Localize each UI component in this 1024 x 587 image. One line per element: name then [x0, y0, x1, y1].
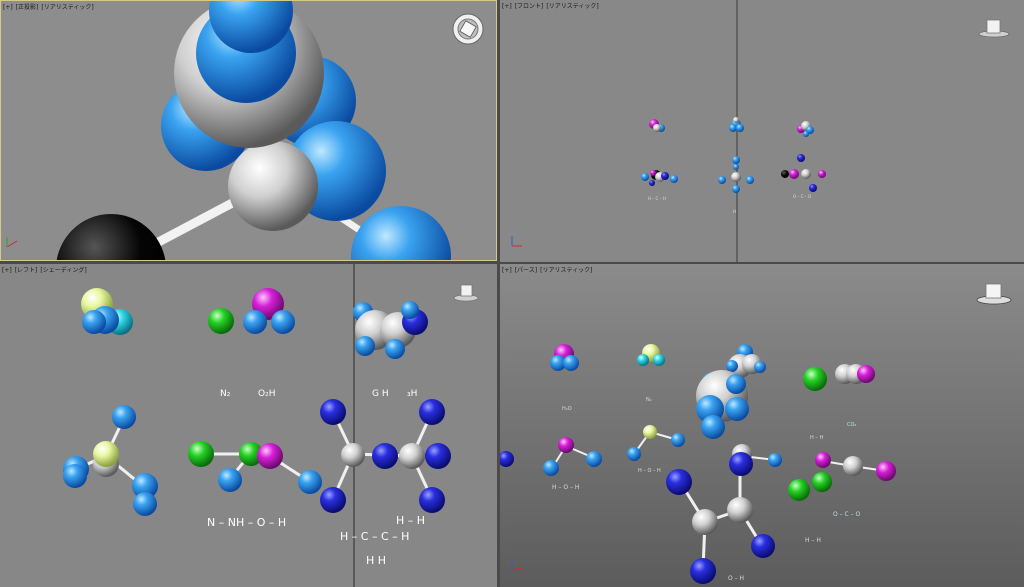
- formula-label: O – C – O: [833, 511, 861, 518]
- formula-label: ₃H: [407, 389, 417, 399]
- viewport-shading-mode[interactable]: [リアリスティック]: [41, 4, 93, 11]
- viewport-menu[interactable]: [+]: [3, 4, 13, 11]
- viewport-label[interactable]: [+] [正投影] [リアリスティック]: [3, 2, 97, 11]
- bond: [148, 197, 239, 250]
- atom-white: [228, 141, 318, 231]
- viewcube-icon[interactable]: [978, 19, 1010, 38]
- formula-label: H – C – C – H: [340, 530, 409, 543]
- viewport-perspective[interactable]: [+] [パース] [リアリスティック] H₂O N₂ H – O – H H …: [500, 264, 1024, 587]
- viewport-label[interactable]: [+] [フロント] [リアリスティック]: [502, 1, 602, 10]
- formula-label: O – H: [728, 575, 744, 582]
- molecule-left-view: N₂ O₂H G H ₃H N – NH – O – H H – H H – C…: [63, 264, 479, 587]
- viewport-left[interactable]: [+] [レフト] [シェーディング] N₂ O₂H G H ₃H N – NH…: [0, 264, 497, 587]
- viewport-shading-mode[interactable]: [リアリスティック]: [546, 3, 598, 10]
- viewport-shading-mode[interactable]: [シェーディング]: [40, 267, 86, 274]
- viewport-view-mode[interactable]: [フロント]: [515, 3, 544, 10]
- viewport-view-mode[interactable]: [レフト]: [15, 267, 38, 274]
- viewport-label[interactable]: [+] [パース] [リアリスティック]: [502, 265, 595, 274]
- formula-label: H – O – H: [552, 484, 579, 491]
- atom-blue: [351, 206, 451, 260]
- viewport-view-mode[interactable]: [正投影]: [16, 4, 39, 11]
- viewport-front[interactable]: [+] [フロント] [リアリスティック] H – C – H H O – C – …: [500, 0, 1024, 262]
- formula-label: H – H: [805, 537, 821, 544]
- viewcube-icon[interactable]: [976, 283, 1012, 305]
- viewport-top[interactable]: [+] [正投影] [リアリスティック]: [0, 0, 497, 261]
- formula-label: O₂H: [258, 389, 275, 399]
- formula-label: H – O – H: [638, 468, 661, 474]
- formula-label: H – C – H: [648, 196, 666, 201]
- formula-label: H H: [366, 554, 386, 567]
- molecule-closeup: [6, 1, 451, 260]
- formula-label: N₂: [646, 397, 652, 403]
- viewport-shading-mode[interactable]: [リアリスティック]: [540, 267, 592, 274]
- formula-label: H – H: [396, 514, 425, 527]
- formula-label: H: [733, 209, 736, 214]
- viewport-label[interactable]: [+] [レフト] [シェーディング]: [2, 265, 90, 274]
- formula-label: O – C – O: [793, 194, 811, 199]
- formula-label: G H: [372, 389, 389, 399]
- formula-label: H – H: [810, 435, 823, 441]
- formula-label: CO₂: [847, 422, 856, 428]
- atom-black: [56, 214, 166, 260]
- viewport-menu[interactable]: [+]: [2, 267, 12, 274]
- molecule-front-view: H – C – H H O – C – O: [511, 0, 1010, 262]
- formula-label: N₂: [220, 389, 231, 399]
- molecule-perspective-view: H₂O N₂ H – O – H H – O – H CO₂ H – H O –…: [500, 283, 1012, 584]
- axis-x: [511, 567, 523, 571]
- viewcube-icon[interactable]: [452, 13, 484, 45]
- viewport-menu[interactable]: [+]: [502, 3, 512, 10]
- viewport-view-mode[interactable]: [パース]: [515, 267, 537, 274]
- formula-label: H₂O: [562, 406, 572, 412]
- viewcube-icon[interactable]: [453, 284, 479, 302]
- formula-label: N – NH – O – H: [207, 516, 286, 529]
- viewport-menu[interactable]: [+]: [502, 267, 512, 274]
- axis-x: [6, 240, 18, 248]
